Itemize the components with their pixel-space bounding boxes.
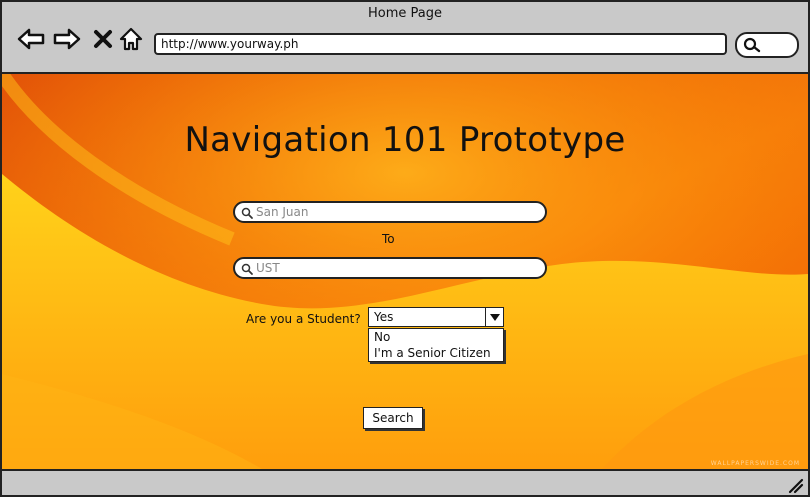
student-select[interactable]: Yes — [368, 307, 504, 327]
chevron-down-icon[interactable] — [485, 308, 503, 326]
back-arrow-icon[interactable] — [16, 24, 46, 54]
browser-window: Home Page http://www.yourway.ph Navigati… — [0, 0, 810, 497]
student-question-label: Are you a Student? — [246, 312, 361, 326]
search-button[interactable]: Search — [363, 407, 423, 429]
address-bar[interactable]: http://www.yourway.ph — [154, 33, 727, 55]
browser-search-box[interactable] — [735, 32, 799, 58]
page-content: Navigation 101 Prototype San Juan To UST… — [2, 74, 808, 469]
close-icon[interactable] — [88, 24, 118, 54]
window-title: Home Page — [368, 6, 442, 21]
search-icon — [241, 207, 253, 219]
dropdown-option-no[interactable]: No — [369, 329, 503, 345]
page-title: Navigation 101 Prototype — [184, 120, 626, 160]
destination-search-input[interactable]: UST — [233, 257, 547, 279]
browser-titlebar: Home Page http://www.yourway.ph — [2, 2, 808, 74]
forward-arrow-icon[interactable] — [52, 24, 82, 54]
wallpaper-watermark: WALLPAPERSWIDE.COM — [710, 460, 800, 467]
resize-grip-icon[interactable] — [786, 476, 804, 494]
home-icon[interactable] — [116, 24, 146, 54]
browser-statusbar — [2, 469, 808, 495]
search-icon — [241, 263, 253, 275]
to-label: To — [382, 232, 395, 246]
destination-value: UST — [256, 261, 280, 275]
origin-search-input[interactable]: San Juan — [233, 201, 547, 223]
origin-value: San Juan — [256, 205, 309, 219]
student-select-value: Yes — [374, 310, 394, 324]
search-icon — [743, 37, 761, 53]
student-select-dropdown: No I'm a Senior Citizen — [368, 328, 504, 362]
dropdown-option-senior-citizen[interactable]: I'm a Senior Citizen — [369, 345, 503, 361]
